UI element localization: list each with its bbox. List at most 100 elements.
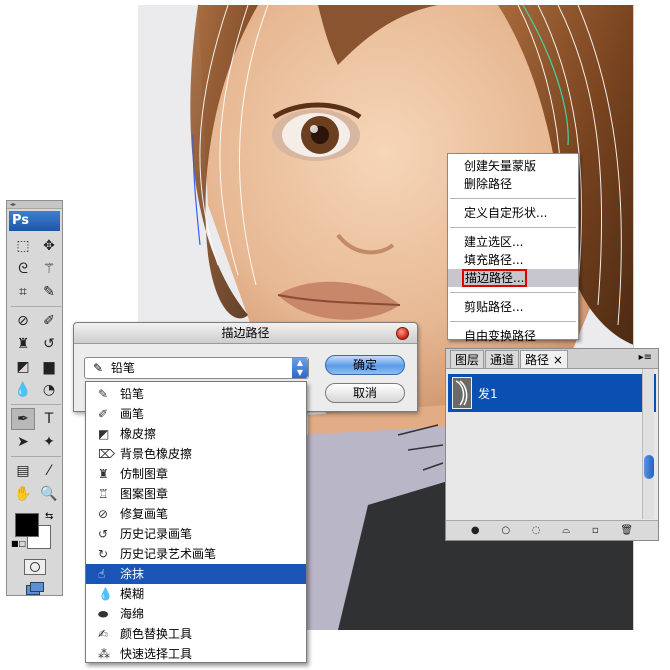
menu-item-delete-path[interactable]: 删除路径 [448,175,578,193]
menu-item-define-custom-shape[interactable]: 定义自定形状... [448,204,578,222]
pattern-stamp-icon: ♖ [98,487,109,501]
type-tool[interactable]: T [37,408,61,430]
path-context-menu: 创建矢量蒙版 删除路径 定义自定形状... 建立选区... 填充路径... 描边… [447,153,579,343]
tool-select-value: 铅笔 [110,361,135,375]
quick-mask-button[interactable] [23,559,46,575]
photoshop-logo[interactable]: Ps [9,211,60,231]
tab-layers[interactable]: 图层 [450,350,485,368]
foreground-color-swatch[interactable] [15,513,39,537]
healing-brush-icon: ⊘ [98,507,109,521]
marquee-icon: ⬚ [16,238,30,254]
menu-item-fill-path[interactable]: 填充路径... [448,251,578,269]
trash-icon[interactable]: 🗑 [620,525,633,536]
history-brush-tool[interactable]: ↺ [37,333,61,355]
menu-item-free-transform-path[interactable]: 自由变换路径 [448,327,578,345]
hand-icon: ✋ [14,486,32,502]
dropdown-item-healing-brush[interactable]: ⊘ 修复画笔 [86,504,306,524]
path-name: 发1 [478,386,498,401]
zoom-tool[interactable]: 🔍 [37,483,61,505]
brush-tool[interactable]: ✐ [37,310,61,332]
swap-colors-icon[interactable]: ⇆ [45,511,53,522]
stroke-path-icon[interactable]: ○ [501,525,510,536]
close-icon[interactable]: × [553,353,563,367]
panel-grip[interactable]: ◂▸ [7,201,62,209]
pen-tool[interactable]: ✒ [11,408,35,430]
dropdown-item-sponge[interactable]: ⬬ 海绵 [86,604,306,624]
history-brush-icon: ↺ [98,527,109,541]
smudge-icon: ☝ [98,567,106,581]
color-swatches: ⇆ ■□ [7,511,62,555]
crop-tool[interactable]: ⌗ [11,281,35,303]
eraser-icon: ◩ [16,359,30,375]
panel-menu-icon[interactable]: ▸≡ [639,352,652,363]
tools-panel: ◂▸ Ps ⬚ ✥ ᘓ ⚚ ⌗ ✎ ⊘ ✐ ♜ ↺ ◩ ▆ 💧 ◔ ✒ T ➤ … [6,200,63,596]
dialog-title-bar[interactable]: 描边路径 [74,323,417,344]
dropdown-item-pencil[interactable]: ✎ 铅笔 [86,384,306,404]
move-tool[interactable]: ✥ [37,235,61,257]
dropdown-item-quick-selection[interactable]: ⁂ 快速选择工具 [86,644,306,664]
dropdown-item-art-history-brush[interactable]: ↻ 历史记录艺术画笔 [86,544,306,564]
gradient-icon: ▆ [43,359,55,375]
menu-divider [450,321,576,322]
tab-channels[interactable]: 通道 [485,350,520,368]
menu-item-make-selection[interactable]: 建立选区... [448,233,578,251]
dropdown-item-background-eraser[interactable]: ⌦ 背景色橡皮擦 [86,444,306,464]
dropdown-item-brush[interactable]: ✐ 画笔 [86,404,306,424]
eraser-icon: ◩ [98,427,110,441]
sponge-icon: ⬬ [98,607,109,621]
fill-path-icon[interactable]: ● [471,525,480,536]
dropdown-item-smudge[interactable]: ☝ 涂抹 [86,564,306,584]
dropdown-item-blur[interactable]: 💧 模糊 [86,584,306,604]
eyedropper-tool[interactable]: ✎ [37,281,61,303]
menu-item-create-vector-mask[interactable]: 创建矢量蒙版 [448,157,578,175]
dropdown-item-color-replacement[interactable]: ✍ 颜色替换工具 [86,624,306,644]
magic-wand-tool[interactable]: ⚚ [37,258,61,280]
dropdown-item-pattern-stamp[interactable]: ♖ 图案图章 [86,484,306,504]
menu-divider [450,227,576,228]
pencil-icon: ✎ [98,387,109,401]
blur-tool[interactable]: 💧 [11,379,35,401]
pen-icon: ✒ [17,411,29,427]
healing-tool[interactable]: ⊘ [11,310,35,332]
scrollbar-thumb[interactable] [644,455,654,479]
type-icon: T [44,411,54,427]
screen-mode-button[interactable] [24,581,46,597]
history-brush-icon: ↺ [43,336,55,352]
path-row[interactable]: 发1 [448,374,656,412]
eyedropper-icon: ⁄ [47,463,51,479]
panel-scrollbar[interactable] [642,369,654,519]
dropdown-item-clone-stamp[interactable]: ♜ 仿制图章 [86,464,306,484]
gradient-tool[interactable]: ▆ [37,356,61,378]
close-button[interactable] [396,327,409,340]
cancel-button[interactable]: 取消 [325,383,405,403]
magic-wand-icon: ⚚ [42,261,56,277]
custom-shape-icon: ✦ [43,434,55,450]
dropdown-item-history-brush[interactable]: ↺ 历史记录画笔 [86,524,306,544]
marquee-tool[interactable]: ⬚ [11,235,35,257]
background-eraser-icon: ⌦ [98,447,115,461]
eraser-tool[interactable]: ◩ [11,356,35,378]
paths-panel: 图层 通道 路径 × ▸≡ 发1 ● ○ ◌ ⌓ ▫ 🗑 [445,348,659,541]
tab-paths[interactable]: 路径 × [520,350,568,368]
hand-tool[interactable]: ✋ [11,483,35,505]
new-path-icon[interactable]: ▫ [592,525,599,536]
tool-select[interactable]: ✎ 铅笔 ▲ ▼ [84,357,309,379]
dropdown-item-eraser[interactable]: ◩ 橡皮擦 [86,424,306,444]
shape-tool[interactable]: ✦ [37,431,61,453]
dodge-tool[interactable]: ◔ [37,379,61,401]
default-colors-icon[interactable]: ■□ [11,539,26,548]
eyedropper-tool-2[interactable]: ⁄ [37,460,61,482]
ok-button[interactable]: 确定 [325,355,405,375]
notes-tool[interactable]: ▤ [11,460,35,482]
menu-item-stroke-path[interactable]: 描边路径... [448,269,578,287]
stamp-tool[interactable]: ♜ [11,333,35,355]
path-selection-tool[interactable]: ➤ [11,431,35,453]
tab-paths-label: 路径 [525,353,550,367]
art-history-brush-icon: ↻ [98,547,109,561]
work-path-icon[interactable]: ⌓ [562,525,570,536]
chevron-up-down-icon[interactable]: ▲ ▼ [292,358,308,378]
menu-item-clipping-path[interactable]: 剪贴路径... [448,298,578,316]
quick-mask-icon [29,562,40,572]
load-selection-icon[interactable]: ◌ [532,525,541,536]
lasso-tool[interactable]: ᘓ [11,258,35,280]
